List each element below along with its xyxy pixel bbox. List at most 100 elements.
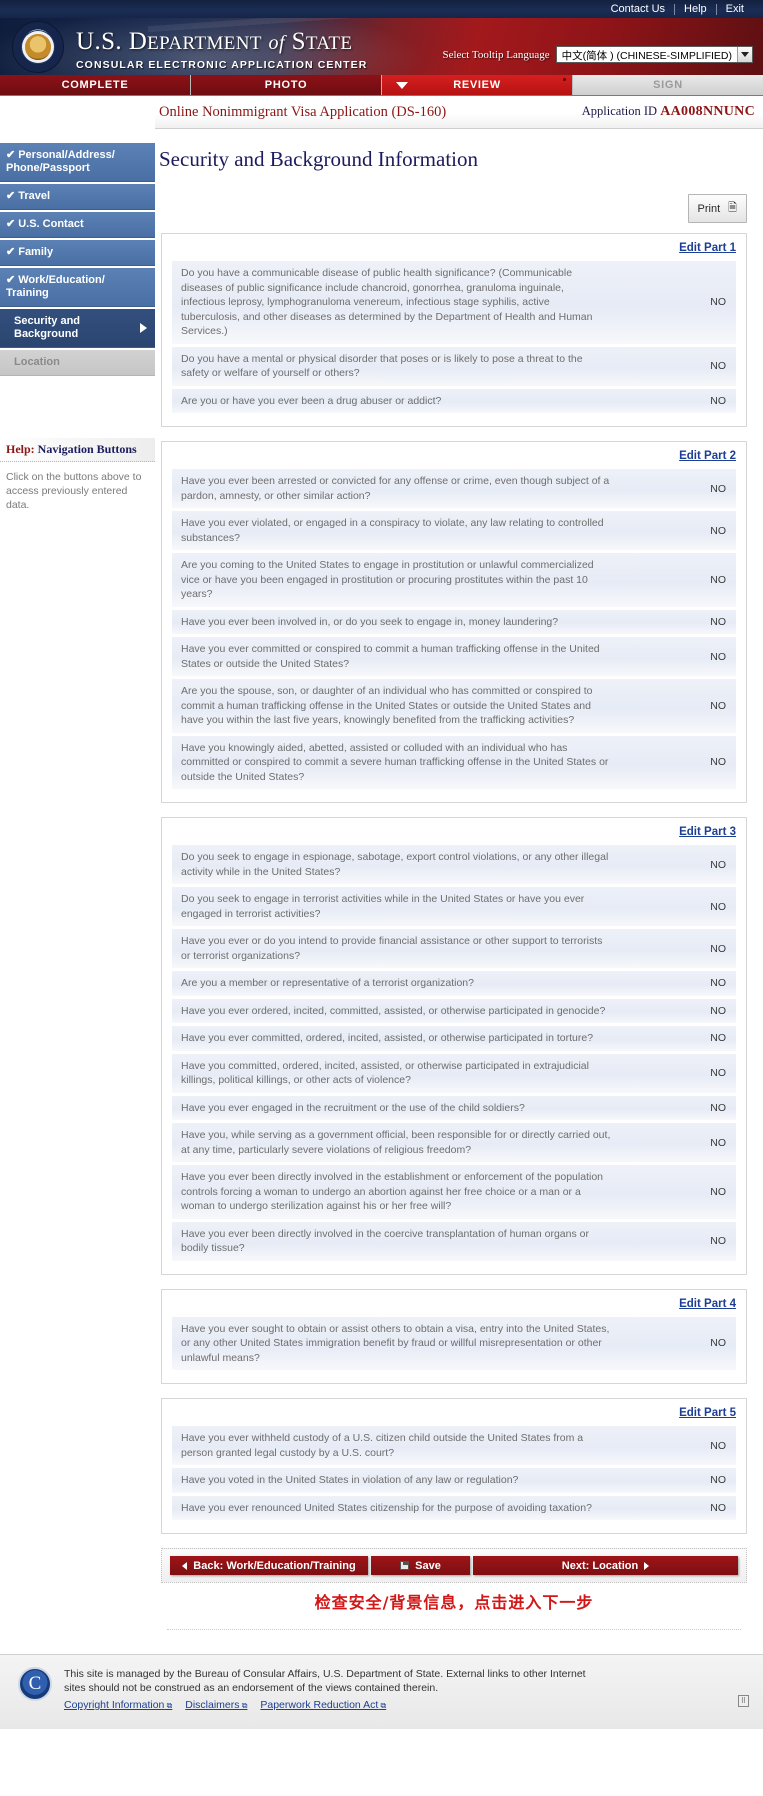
question-text: Do you have a mental or physical disorde…: [181, 352, 583, 380]
question-row: Have you, while serving as a government …: [172, 1123, 736, 1165]
question-text: Have you ever been directly involved in …: [181, 1171, 603, 1212]
tooltip-language-label: Select Tooltip Language: [442, 48, 550, 61]
help-panel-title-rest: Navigation Buttons: [34, 442, 137, 456]
question-row: Have you ever or do you intend to provid…: [172, 929, 736, 971]
back-button[interactable]: Back: Work/Education/Training: [170, 1556, 368, 1575]
question-row: Do you have a mental or physical disorde…: [172, 346, 736, 389]
check-icon: ✔: [6, 218, 16, 230]
question-text: Have you ever violated, or engaged in a …: [181, 517, 604, 544]
question-answer: NO: [710, 1439, 726, 1452]
check-icon: ✔: [6, 149, 16, 161]
consular-affairs-seal-icon: C: [18, 1667, 52, 1701]
tab-complete[interactable]: COMPLETE: [0, 75, 191, 95]
site-footer: C This site is managed by the Bureau of …: [0, 1654, 763, 1729]
edit-part-link[interactable]: Edit Part 3: [172, 826, 736, 838]
sidebar-item-travel[interactable]: ✔ Travel: [0, 184, 155, 210]
print-row: Print 🗎: [155, 188, 753, 233]
question-row: Do you seek to engage in espionage, sabo…: [172, 845, 736, 887]
disclaimers-label: Disclaimers: [185, 1699, 240, 1711]
next-button-label: Next: Location: [561, 1559, 639, 1572]
title-tate: TATE: [305, 33, 353, 54]
sidebar-item-personal[interactable]: ✔ Personal/Address/ Phone/Passport: [0, 143, 155, 182]
question-answer: NO: [710, 977, 726, 990]
tab-review[interactable]: REVIEW: [382, 75, 573, 95]
question-answer: NO: [710, 1136, 726, 1149]
question-text: Are you or have you ever been a drug abu…: [181, 394, 442, 407]
tooltip-language-selector[interactable]: Select Tooltip Language 中文(简体 ) (CHINESE…: [442, 46, 753, 63]
navigation-button-bar: Back: Work/Education/Training Save Next:…: [161, 1548, 747, 1583]
question-text: Have you committed, ordered, incited, as…: [181, 1059, 589, 1087]
question-answer: NO: [710, 756, 726, 769]
question-text: Have you ever been directly involved in …: [181, 1227, 589, 1255]
sidebar-item-work-education[interactable]: ✔ Work/Education/ Training: [0, 268, 155, 307]
application-header: Online Nonimmigrant Visa Application (DS…: [155, 96, 763, 129]
exit-link[interactable]: Exit: [717, 3, 753, 15]
site-subtitle: CONSULAR ELECTRONIC APPLICATION CENTER: [76, 59, 368, 71]
tab-sign[interactable]: SIGN: [573, 75, 763, 95]
sidebar-item-us-contact-label: U.S. Contact: [18, 218, 84, 230]
department-of-state-seal-icon: [12, 21, 64, 73]
accessibility-badge-icon: ⠿: [737, 1695, 749, 1707]
disclaimers-link[interactable]: Disclaimers ⧉: [185, 1699, 247, 1711]
question-part-panel: Edit Part 5 Have you ever withheld custod…: [161, 1398, 747, 1534]
question-text: Have you ever committed, ordered, incite…: [181, 1032, 594, 1044]
print-icon: 🗎: [728, 202, 737, 214]
sidebar-item-security-background-label: Security and Background: [14, 315, 81, 340]
edit-part-link[interactable]: Edit Part 4: [172, 1298, 736, 1310]
paperwork-reduction-act-link[interactable]: Paperwork Reduction Act ⧉: [260, 1699, 386, 1711]
question-answer: NO: [710, 1501, 726, 1514]
seal-eagle-icon: [25, 34, 51, 60]
sidebar-item-family-label: Family: [18, 246, 54, 258]
edit-part-link[interactable]: Edit Part 1: [172, 242, 736, 254]
contact-us-link[interactable]: Contact Us: [602, 3, 674, 15]
question-row: Have you ever been directly involved in …: [172, 1221, 736, 1264]
chevron-down-icon[interactable]: [737, 47, 752, 62]
copyright-information-link[interactable]: Copyright Information ⧉: [64, 1699, 172, 1711]
question-row: Are you the spouse, son, or daughter of …: [172, 679, 736, 736]
edit-part-link[interactable]: Edit Part 5: [172, 1407, 736, 1419]
question-answer: NO: [710, 858, 726, 871]
language-dropdown[interactable]: 中文(简体 ) (CHINESE-SIMPLIFIED): [555, 46, 753, 63]
chevron-right-icon: [140, 323, 147, 333]
application-id-value: AA008NNUNC: [660, 104, 755, 119]
footer-text: This site is managed by the Bureau of Co…: [64, 1667, 586, 1713]
site-title: U.S. DEPARTMENT of STATE CONSULAR ELECTR…: [76, 29, 368, 72]
external-link-icon: ⧉: [164, 1701, 173, 1710]
question-row: Have you ever ordered, incited, committe…: [172, 998, 736, 1026]
question-answer: NO: [710, 524, 726, 537]
question-text: Have you ever sought to obtain or assist…: [181, 1322, 610, 1364]
question-text: Have you ever committed or conspired to …: [181, 643, 600, 670]
save-button[interactable]: Save: [371, 1556, 470, 1575]
application-title: Online Nonimmigrant Visa Application (DS…: [159, 103, 447, 120]
sidebar-item-location[interactable]: Location: [0, 350, 155, 376]
edit-part-link[interactable]: Edit Part 2: [172, 450, 736, 462]
page-body: ✔ Personal/Address/ Phone/Passport ✔ Trave…: [0, 129, 763, 1630]
question-part-panel: Edit Part 3 Do you seek to engage in espi…: [161, 817, 747, 1275]
sidebar-item-family[interactable]: ✔ Family: [0, 240, 155, 266]
help-link[interactable]: Help: [675, 3, 716, 15]
question-text: Are you a member or representative of a …: [181, 977, 474, 989]
question-row: Have you ever been involved in, or do yo…: [172, 609, 736, 637]
sidebar-item-work-education-label: Work/Education/ Training: [6, 274, 105, 299]
sidebar-item-security-background[interactable]: Security and Background: [0, 309, 155, 348]
question-row: Are you or have you ever been a drug abu…: [172, 388, 736, 416]
print-button[interactable]: Print 🗎: [687, 194, 747, 223]
footer-line-1: This site is managed by the Bureau of Co…: [64, 1668, 586, 1680]
question-answer: NO: [710, 296, 726, 309]
tab-photo[interactable]: PHOTO: [191, 75, 382, 95]
footer-links: Copyright Information ⧉ Disclaimers ⧉ Pa…: [64, 1698, 586, 1713]
question-text: Have you, while serving as a government …: [181, 1129, 611, 1156]
question-answer: NO: [710, 1474, 726, 1487]
next-button[interactable]: Next: Location: [473, 1556, 738, 1575]
question-text: Do you have a communicable disease of pu…: [181, 267, 593, 337]
sidebar-item-us-contact[interactable]: ✔ U.S. Contact: [0, 212, 155, 238]
question-row: Have you ever committed or conspired to …: [172, 637, 736, 679]
sidebar: ✔ Personal/Address/ Phone/Passport ✔ Trave…: [0, 129, 155, 512]
question-text: Have you ever ordered, incited, committe…: [181, 1004, 606, 1017]
question-text: Do you seek to engage in espionage, sabo…: [181, 851, 609, 878]
question-text: Have you ever engaged in the recruitment…: [181, 1101, 525, 1114]
question-row: Have you ever withheld custody of a U.S.…: [172, 1426, 736, 1468]
tab-photo-label: PHOTO: [264, 79, 308, 91]
question-answer: NO: [710, 615, 726, 628]
question-row: Have you voted in the United States in v…: [172, 1468, 736, 1496]
